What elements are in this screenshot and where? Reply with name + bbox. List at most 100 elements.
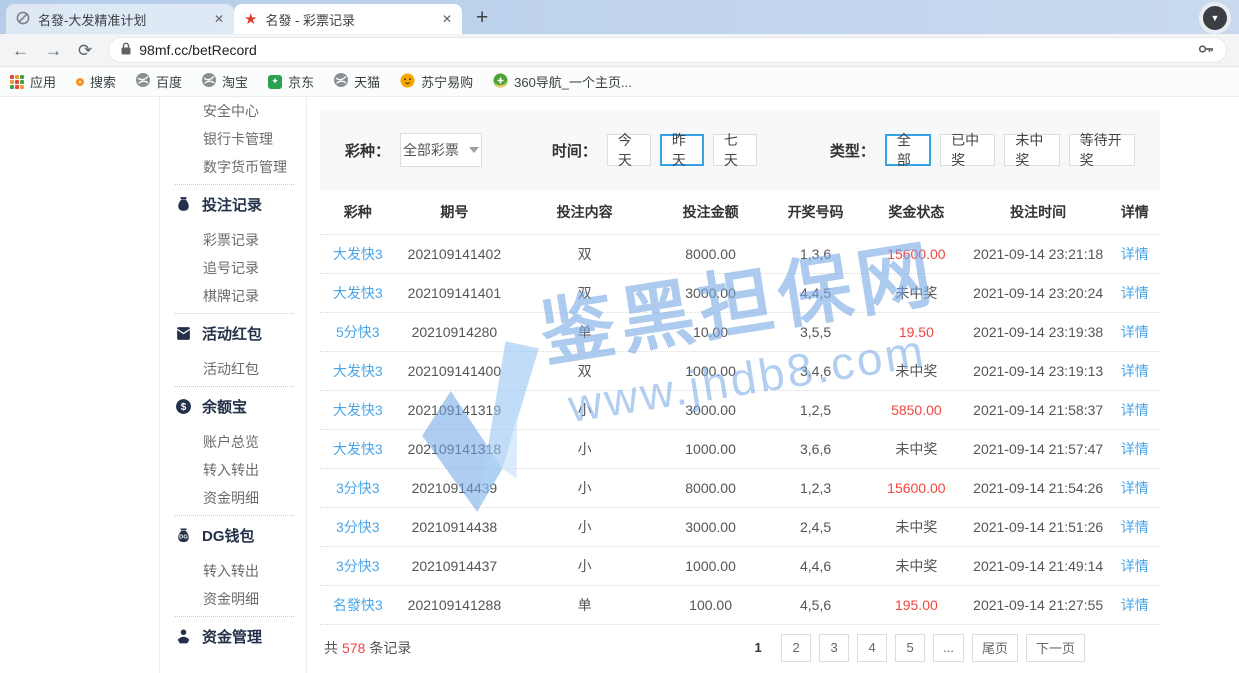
sidebar-section-yuebao[interactable]: $ 余额宝 <box>175 390 306 422</box>
sidebar-section-title: 投注记录 <box>202 194 262 215</box>
page-button[interactable]: 2 <box>781 634 811 662</box>
key-icon[interactable] <box>1198 42 1214 59</box>
table-row: 3分快3 20210914437 小 1000.00 4,4,6 未中奖 202… <box>320 546 1160 585</box>
page-button[interactable]: 下一页 <box>1026 634 1085 662</box>
bookmark-suning[interactable]: 苏宁易购 <box>400 72 473 91</box>
new-tab-button[interactable]: + <box>476 7 488 28</box>
sidebar-section-funds[interactable]: 资金管理 <box>175 620 306 652</box>
address-bar[interactable]: 98mf.cc/betRecord <box>108 37 1227 63</box>
tab-close-icon[interactable]: ✕ <box>442 12 452 26</box>
bet-time: 2021-09-14 21:57:47 <box>967 441 1110 457</box>
bet-amount: 1000.00 <box>656 441 765 457</box>
lion-face-icon <box>400 73 415 91</box>
bookmark-tmall[interactable]: 天猫 <box>334 72 380 91</box>
detail-link[interactable]: 详情 <box>1110 400 1160 420</box>
sidebar-section-bet-records[interactable]: 投注记录 <box>175 188 306 220</box>
sidebar-item[interactable]: 活动红包 <box>175 355 306 383</box>
lottery-name: 大发快3 <box>320 400 396 420</box>
reload-button[interactable]: ⟳ <box>78 42 92 59</box>
sidebar-section-title: DG钱包 <box>202 525 255 546</box>
bookmark-label: 百度 <box>156 72 182 91</box>
time-filter-button[interactable]: 昨天 <box>660 134 704 166</box>
chevron-down-icon <box>469 147 479 153</box>
detail-link[interactable]: 详情 <box>1110 322 1160 342</box>
forward-button[interactable]: → <box>45 42 62 59</box>
prize-status: 15600.00 <box>866 246 967 262</box>
bookmark-taobao[interactable]: 淘宝 <box>202 72 248 91</box>
sidebar-section-red-packet[interactable]: 活动红包 <box>175 317 306 349</box>
draw-numbers: 1,2,3 <box>765 480 866 496</box>
sidebar-item[interactable]: 棋牌记录 <box>175 282 306 310</box>
issue-number: 202109141402 <box>396 246 514 262</box>
sidebar-item[interactable]: 转入转出 <box>175 456 306 484</box>
sidebar-item[interactable]: 账户总览 <box>175 428 306 456</box>
bet-time: 2021-09-14 21:58:37 <box>967 402 1110 418</box>
detail-link[interactable]: 详情 <box>1110 556 1160 576</box>
apps-grid-icon <box>10 75 24 89</box>
detail-link[interactable]: 详情 <box>1110 244 1160 264</box>
detail-link[interactable]: 详情 <box>1110 595 1160 615</box>
sidebar-item[interactable]: 彩票记录 <box>175 226 306 254</box>
detail-link[interactable]: 详情 <box>1110 517 1160 537</box>
total-suffix: 条记录 <box>369 640 411 656</box>
time-filter-button[interactable]: 今天 <box>607 134 651 166</box>
bet-amount: 3000.00 <box>656 402 765 418</box>
type-filter-button[interactable]: 全部 <box>885 134 931 166</box>
sidebar-item[interactable]: 数字货币管理 <box>175 153 306 181</box>
browser-tab-inactive[interactable]: 名發-大发精准计划 ✕ <box>6 4 234 34</box>
draw-numbers: 3,4,6 <box>765 363 866 379</box>
page-button[interactable]: 4 <box>857 634 887 662</box>
time-filter-button[interactable]: 七天 <box>713 134 757 166</box>
detail-link[interactable]: 详情 <box>1110 439 1160 459</box>
table-row: 名發快3 202109141288 单 100.00 4,5,6 195.00 … <box>320 585 1160 624</box>
svg-text:DG: DG <box>179 534 188 540</box>
bet-time: 2021-09-14 21:54:26 <box>967 480 1110 496</box>
column-header: 奖金状态 <box>866 202 967 222</box>
bookmarks-bar: 应用 搜索 百度 淘宝 ✦ 京东 天猫 苏宁易购 360导航_一个主页... <box>0 67 1239 97</box>
page-button[interactable]: 尾页 <box>972 634 1018 662</box>
lottery-name: 3分快3 <box>320 556 396 576</box>
tab-close-icon[interactable]: ✕ <box>214 12 224 26</box>
issue-number: 20210914438 <box>396 519 514 535</box>
bookmark-360nav[interactable]: 360导航_一个主页... <box>493 72 632 91</box>
bookmark-jd[interactable]: ✦ 京东 <box>268 72 314 91</box>
bet-content: 单 <box>513 322 656 342</box>
bookmark-label: 应用 <box>30 72 56 91</box>
bookmark-search[interactable]: 搜索 <box>76 72 116 91</box>
type-filter-button[interactable]: 已中奖 <box>940 134 995 166</box>
bookmark-label: 天猫 <box>354 72 380 91</box>
total-prefix: 共 <box>324 640 338 656</box>
detail-link[interactable]: 详情 <box>1110 478 1160 498</box>
detail-link[interactable]: 详情 <box>1110 283 1160 303</box>
lottery-name: 5分快3 <box>320 322 396 342</box>
page-button[interactable]: 1 <box>743 634 773 662</box>
bet-content: 双 <box>513 283 656 303</box>
back-button[interactable]: ← <box>12 42 29 59</box>
draw-numbers: 4,4,5 <box>765 285 866 301</box>
detail-link[interactable]: 详情 <box>1110 361 1160 381</box>
page-content: 安全中心 银行卡管理 数字货币管理 投注记录 彩票记录追号记录棋牌记录 活动红包… <box>0 97 1239 673</box>
issue-number: 202109141401 <box>396 285 514 301</box>
type-filter-button[interactable]: 等待开奖 <box>1069 134 1135 166</box>
issue-number: 202109141288 <box>396 597 514 613</box>
bet-time: 2021-09-14 21:27:55 <box>967 597 1110 613</box>
bookmark-apps[interactable]: 应用 <box>10 72 56 91</box>
type-filter-button[interactable]: 未中奖 <box>1004 134 1059 166</box>
time-filter-group: 今天昨天七天 <box>607 134 757 166</box>
draw-numbers: 4,4,6 <box>765 558 866 574</box>
sidebar-item[interactable]: 安全中心 <box>175 97 306 125</box>
page-button[interactable]: 5 <box>895 634 925 662</box>
page-button[interactable]: ... <box>933 634 964 662</box>
browser-menu-button[interactable]: ▼ <box>1199 2 1231 34</box>
sidebar-item[interactable]: 资金明细 <box>175 484 306 512</box>
sidebar-item[interactable]: 银行卡管理 <box>175 125 306 153</box>
sidebar-item[interactable]: 追号记录 <box>175 254 306 282</box>
sidebar-item[interactable]: 资金明细 <box>175 585 306 613</box>
sidebar-item[interactable]: 转入转出 <box>175 557 306 585</box>
lottery-select[interactable]: 全部彩票 <box>400 133 482 167</box>
page-button[interactable]: 3 <box>819 634 849 662</box>
bookmark-baidu[interactable]: 百度 <box>136 72 182 91</box>
browser-tab-active[interactable]: ★ 名發 - 彩票记录 ✕ <box>234 4 462 34</box>
draw-numbers: 1,2,5 <box>765 402 866 418</box>
sidebar-section-dg-wallet[interactable]: DG DG钱包 <box>175 519 306 551</box>
